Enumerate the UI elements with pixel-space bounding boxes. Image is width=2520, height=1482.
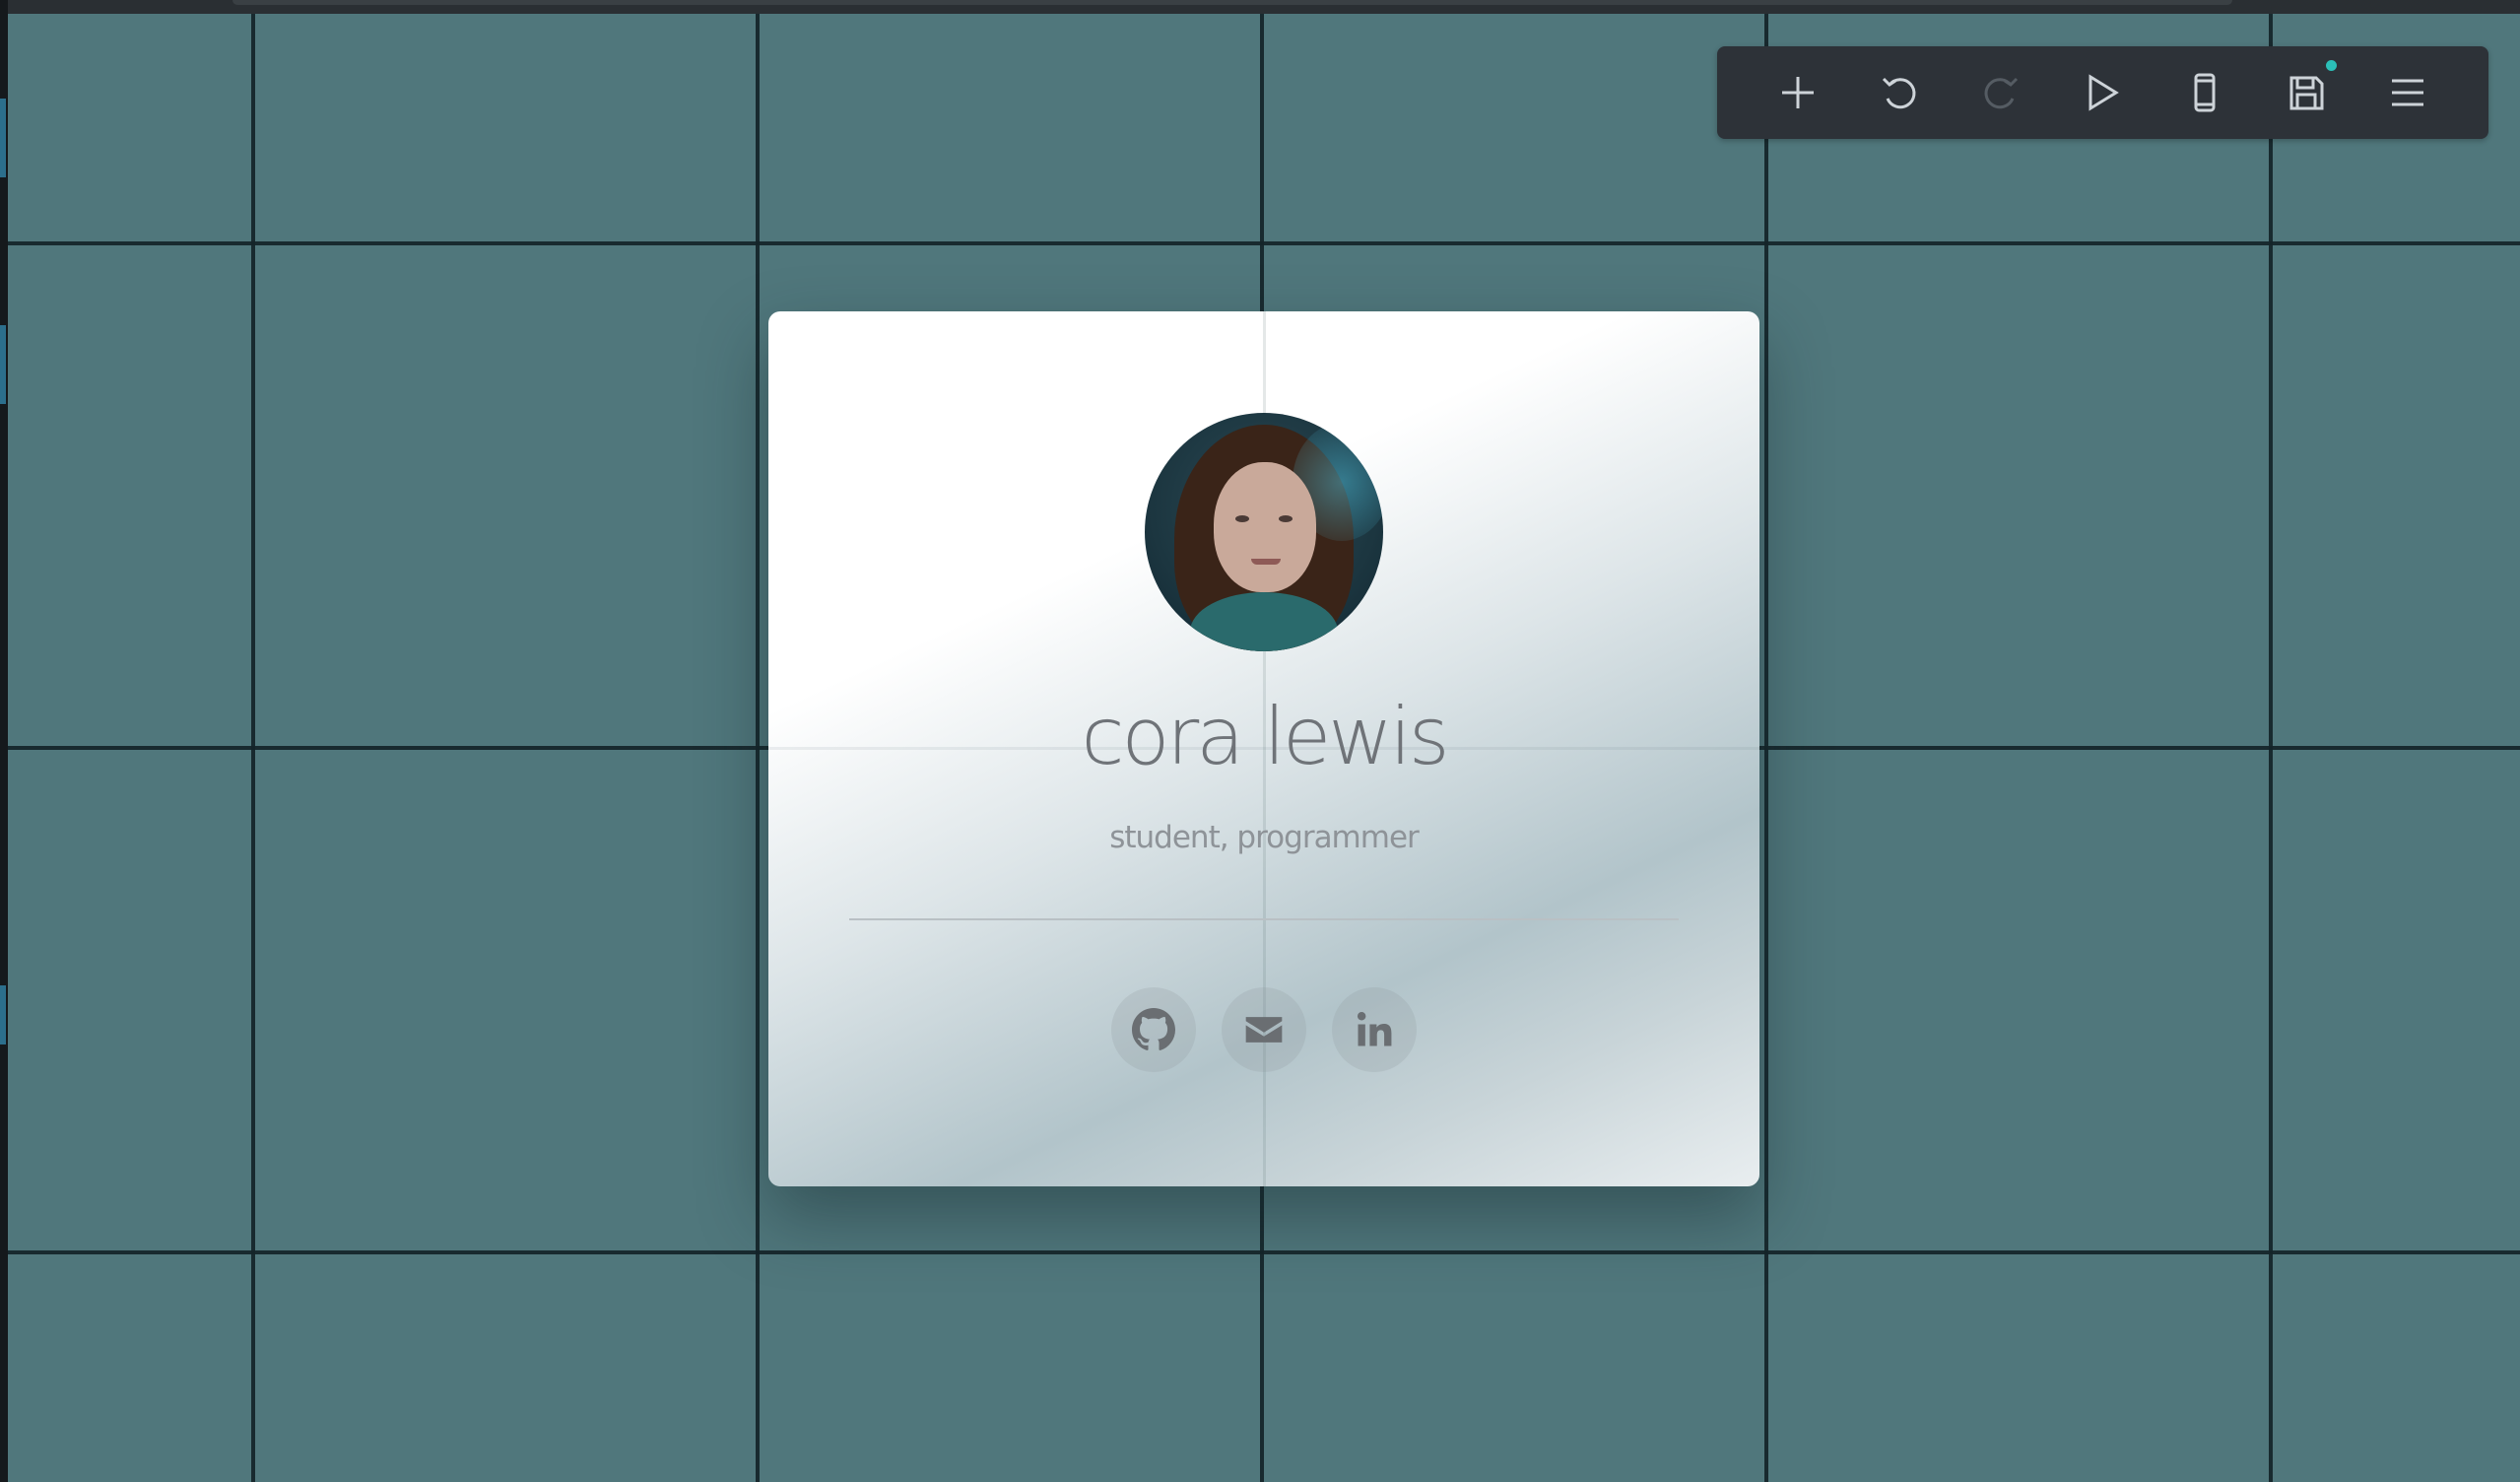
- undo-icon: [1882, 77, 1916, 109]
- edge-highlight: [0, 985, 6, 1044]
- profile-name: cora lewis: [1081, 691, 1449, 782]
- edge-highlight: [0, 99, 6, 177]
- menu-button[interactable]: [2373, 58, 2442, 127]
- left-window-edge: [0, 0, 8, 1482]
- preview-button[interactable]: [2068, 58, 2137, 127]
- redo-button[interactable]: [1966, 58, 2035, 127]
- device-preview-button[interactable]: [2170, 58, 2239, 127]
- profile-tagline: student, programmer: [1109, 820, 1420, 855]
- social-links: [768, 987, 1759, 1072]
- browser-top-bar: [0, 0, 2520, 14]
- play-icon: [2089, 74, 2120, 111]
- plus-icon: [1781, 77, 1814, 108]
- avatar: [1145, 413, 1383, 651]
- linkedin-link[interactable]: [1332, 987, 1417, 1072]
- github-icon: [1132, 1008, 1175, 1050]
- edge-highlight: [0, 325, 6, 404]
- hamburger-icon: [2392, 79, 2424, 106]
- undo-button[interactable]: [1865, 58, 1934, 127]
- phone-icon: [2194, 73, 2216, 112]
- unsaved-changes-dot: [2326, 60, 2338, 71]
- tab-strip: [232, 0, 2232, 5]
- linkedin-icon: [1357, 1012, 1392, 1046]
- save-icon: [2289, 76, 2324, 110]
- save-button[interactable]: [2272, 58, 2341, 127]
- envelope-icon: [1245, 1017, 1283, 1043]
- redo-icon: [1984, 77, 2019, 109]
- add-button[interactable]: [1763, 58, 1832, 127]
- github-link[interactable]: [1111, 987, 1196, 1072]
- divider: [849, 918, 1679, 920]
- editor-toolbar: [1717, 46, 2488, 139]
- profile-card[interactable]: cora lewis student, programmer: [768, 311, 1759, 1186]
- email-link[interactable]: [1222, 987, 1306, 1072]
